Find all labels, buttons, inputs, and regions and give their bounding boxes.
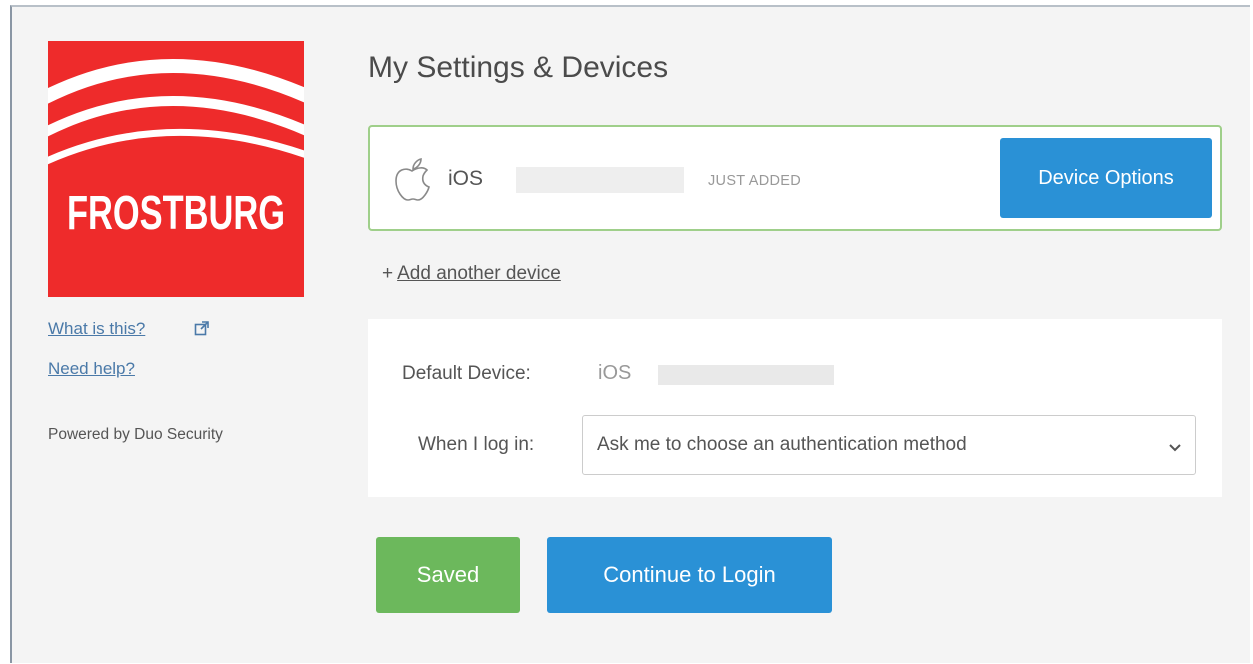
login-method-value: Ask me to choose an authentication metho…: [597, 434, 967, 455]
need-help-link[interactable]: Need help?: [48, 359, 135, 379]
add-device-row: + Add another device: [382, 263, 561, 285]
device-phone-redacted: [516, 167, 684, 193]
default-device-label: Default Device:: [402, 363, 531, 384]
saved-button[interactable]: Saved: [376, 537, 520, 613]
device-status-badge: JUST ADDED: [708, 173, 801, 189]
external-link-icon[interactable]: [194, 320, 210, 341]
chevron-down-icon: [1169, 440, 1181, 458]
login-method-select[interactable]: Ask me to choose an authentication metho…: [582, 415, 1196, 475]
default-device-redacted: [658, 365, 834, 385]
settings-panel: Default Device: iOS When I log in: Ask m…: [368, 319, 1222, 497]
continue-to-login-button[interactable]: Continue to Login: [547, 537, 832, 613]
what-is-this-link[interactable]: What is this?: [48, 319, 145, 339]
device-options-button[interactable]: Device Options: [1000, 138, 1212, 218]
duo-frame: FROSTBURG What is this? Need help? Power…: [10, 5, 1250, 663]
powered-by-text: Powered by Duo Security: [48, 426, 223, 443]
apple-icon: [392, 157, 432, 208]
logo-text: FROSTBURG: [67, 187, 285, 240]
default-device-value: iOS: [598, 362, 632, 384]
page-title: My Settings & Devices: [368, 51, 669, 84]
device-card: iOS JUST ADDED Device Options: [368, 125, 1222, 231]
add-device-link[interactable]: Add another device: [397, 263, 561, 284]
device-name: iOS: [448, 167, 484, 190]
login-method-label: When I log in:: [418, 434, 535, 455]
plus-icon: +: [382, 263, 394, 284]
frostburg-logo: FROSTBURG: [48, 41, 304, 297]
